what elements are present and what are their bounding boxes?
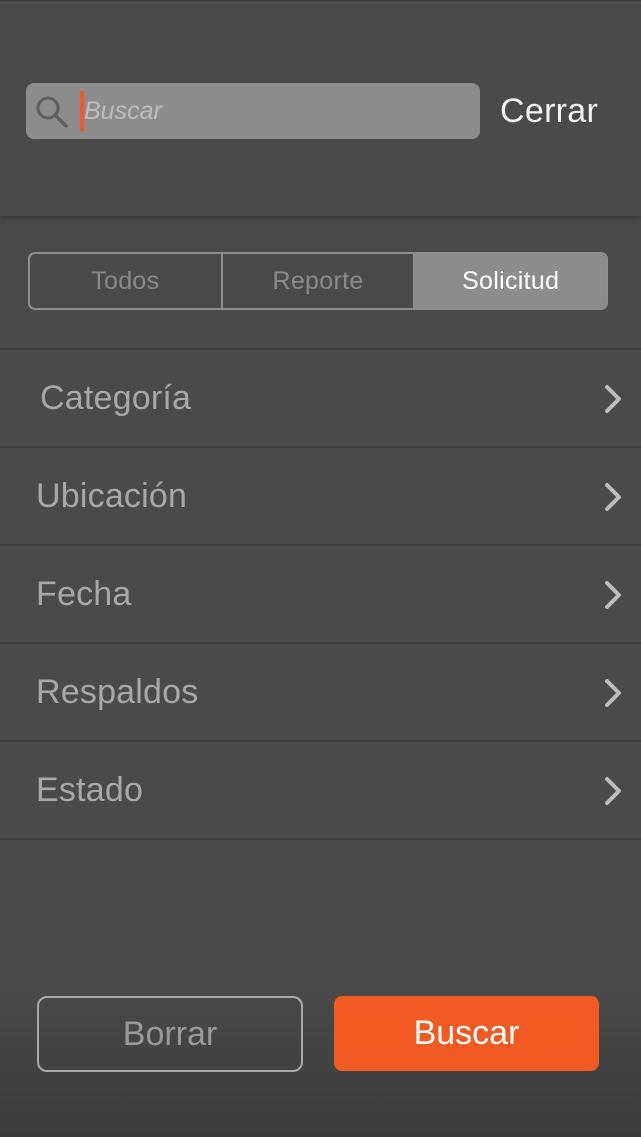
search-header: Cerrar	[0, 0, 641, 216]
filter-row-fecha[interactable]: Fecha	[0, 544, 641, 642]
chevron-right-icon	[603, 384, 623, 414]
clear-button[interactable]: Borrar	[37, 996, 303, 1072]
chevron-right-icon	[603, 776, 623, 806]
search-icon	[34, 94, 70, 130]
filter-label: Ubicación	[36, 477, 188, 515]
filter-row-categoria[interactable]: Categoría	[0, 348, 641, 446]
search-filter-screen: Cerrar Todos Reporte Solicitud Categoría…	[0, 0, 641, 1137]
close-button[interactable]: Cerrar	[500, 89, 598, 133]
search-box[interactable]	[26, 83, 480, 139]
filter-list: Categoría Ubicación Fecha Respaldos Esta…	[0, 348, 641, 840]
tab-solicitud[interactable]: Solicitud	[413, 254, 606, 308]
filter-row-respaldos[interactable]: Respaldos	[0, 642, 641, 740]
filter-label: Estado	[36, 771, 144, 809]
filter-label: Respaldos	[36, 673, 199, 711]
tab-todos[interactable]: Todos	[30, 254, 221, 308]
chevron-right-icon	[603, 580, 623, 610]
filter-row-estado[interactable]: Estado	[0, 740, 641, 840]
tab-reporte[interactable]: Reporte	[220, 254, 414, 308]
filter-label: Fecha	[36, 575, 132, 613]
filter-label: Categoría	[40, 379, 192, 417]
chevron-right-icon	[603, 482, 623, 512]
chevron-right-icon	[603, 678, 623, 708]
search-button[interactable]: Buscar	[334, 996, 599, 1071]
filter-row-ubicacion[interactable]: Ubicación	[0, 446, 641, 544]
search-input[interactable]	[84, 83, 464, 139]
type-segmented-control: Todos Reporte Solicitud	[28, 252, 608, 310]
